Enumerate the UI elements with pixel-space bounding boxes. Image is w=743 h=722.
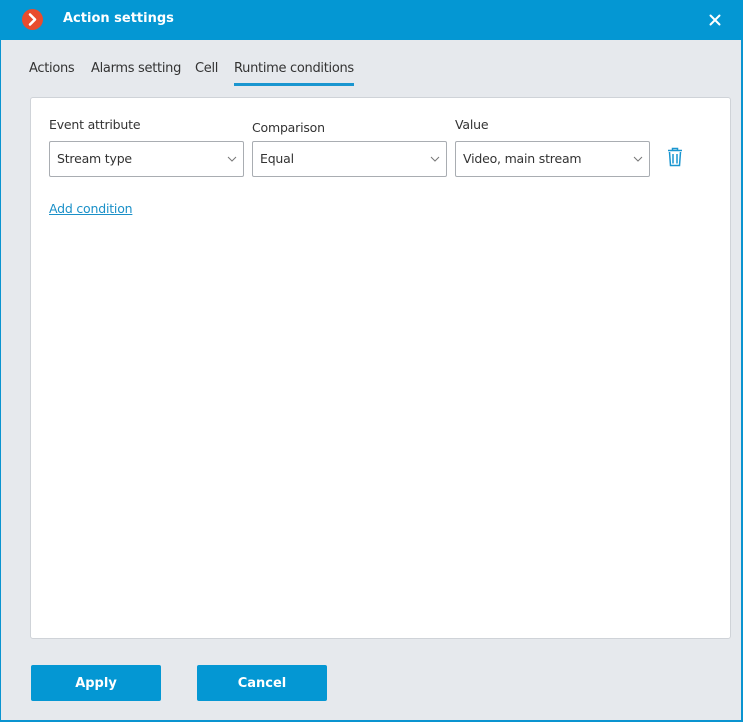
trash-icon [668,147,682,167]
conditions-panel: Event attribute Comparison Value Stream … [30,97,731,639]
event-attribute-select[interactable]: Stream type [49,141,244,177]
chevron-down-icon [430,156,440,162]
value-value: Video, main stream [463,151,582,166]
event-attribute-value: Stream type [57,151,132,166]
cancel-button[interactable]: Cancel [197,665,327,701]
action-settings-dialog: Action settings Actions Alarms setting C… [0,0,743,722]
tab-runtime-conditions[interactable]: Runtime conditions [234,61,354,86]
apply-button[interactable]: Apply [31,665,161,701]
value-select[interactable]: Video, main stream [455,141,650,177]
tab-cell[interactable]: Cell [195,61,218,76]
title-bar: Action settings [0,0,743,40]
add-condition-link[interactable]: Add condition [49,201,133,216]
event-attribute-label: Event attribute [49,117,141,132]
delete-condition-button[interactable] [667,147,683,171]
chevron-down-icon [227,156,237,162]
close-icon [709,14,721,26]
comparison-value: Equal [260,151,294,166]
value-label: Value [455,117,489,132]
comparison-label: Comparison [252,120,325,135]
comparison-select[interactable]: Equal [252,141,447,177]
chevron-down-icon [633,156,643,162]
tab-alarms-setting[interactable]: Alarms setting [91,61,181,76]
tab-actions[interactable]: Actions [29,61,75,76]
app-logo-icon [22,9,43,30]
close-button[interactable] [705,10,725,30]
window-title: Action settings [63,11,174,26]
